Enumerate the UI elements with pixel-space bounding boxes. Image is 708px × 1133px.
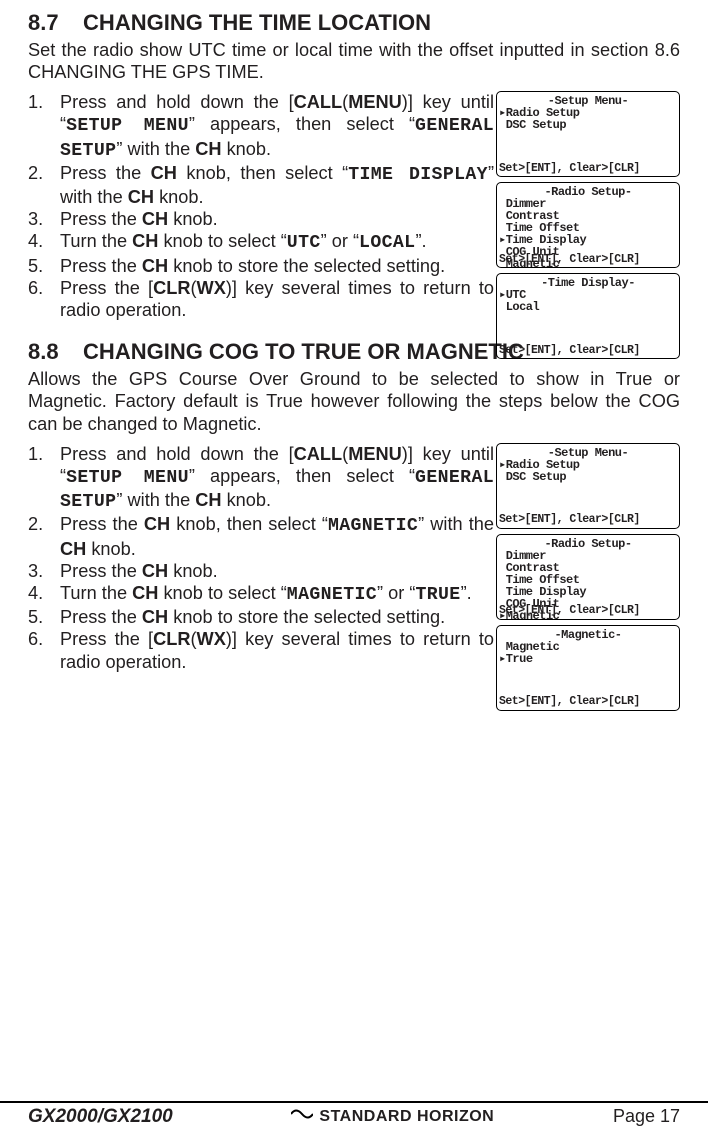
step-body: Turn the CH knob to select “MAGNETIC” or… (60, 582, 494, 606)
step-body: Press the CH knob, then select “MAGNETIC… (60, 513, 494, 559)
step-number: 1. (28, 443, 60, 514)
step-body: Press and hold down the [CALL(MENU)] key… (60, 443, 494, 514)
section-heading: 8.7 CHANGING THE TIME LOCATION (28, 10, 680, 37)
list-item: 2. Press the CH knob, then select “TIME … (28, 162, 494, 208)
step-body: Press the [CLR(WX)] key several times to… (60, 628, 494, 672)
step-number: 4. (28, 582, 60, 606)
lcd-screen: -Time Display- UTC Local Set>[ENT], Clea… (496, 273, 680, 359)
list-item: 4. Turn the CH knob to select “MAGNETIC”… (28, 582, 494, 606)
lcd-footer: Set>[ENT], Clear>[CLR] (499, 514, 640, 526)
list-item: 4. Turn the CH knob to select “UTC” or “… (28, 230, 494, 254)
step-number: 2. (28, 513, 60, 559)
lcd-title: -Setup Menu- (499, 447, 677, 459)
lcd-line: Dimmer (499, 550, 677, 562)
lcd-line: Time Display (499, 586, 677, 598)
lcd-footer: Set>[ENT], Clear>[CLR] (499, 345, 640, 357)
lcd-line: Local (499, 301, 677, 313)
lcd-screen: -Setup Menu- Radio Setup DSC Setup Set>[… (496, 91, 680, 177)
heading-number: 8.7 (28, 10, 59, 35)
list-item: 6. Press the [CLR(WX)] key several times… (28, 628, 494, 672)
step-body: Press the CH knob to store the selected … (60, 255, 494, 277)
list-item: 2. Press the CH knob, then select “MAGNE… (28, 513, 494, 559)
heading-title: CHANGING COG TO TRUE OR MAGNETIC (83, 339, 524, 364)
step-body: Turn the CH knob to select “UTC” or “LOC… (60, 230, 494, 254)
step-body: Press and hold down the [CALL(MENU)] key… (60, 91, 494, 162)
step-body: Press the CH knob. (60, 208, 494, 230)
model-label: GX2000/GX2100 (28, 1105, 173, 1128)
lcd-title: -Radio Setup- (499, 538, 677, 550)
lcd-footer: Set>[ENT], Clear>[CLR] (499, 163, 640, 175)
step-body: Press the CH knob. (60, 560, 494, 582)
lcd-line: Time Offset (499, 574, 677, 586)
step-number: 6. (28, 277, 60, 321)
lcd-line: Contrast (499, 562, 677, 574)
step-number: 2. (28, 162, 60, 208)
page-footer: GX2000/GX2100 STANDARD HORIZON Page 17 (0, 1101, 708, 1133)
heading-title: CHANGING THE TIME LOCATION (83, 10, 431, 35)
step-number: 1. (28, 91, 60, 162)
lcd-line: True (499, 653, 677, 665)
lcd-line: DSC Setup (499, 471, 677, 483)
step-body: Press the [CLR(WX)] key several times to… (60, 277, 494, 321)
lcd-line: Radio Setup (499, 459, 677, 471)
step-number: 5. (28, 255, 60, 277)
lcd-footer: Set>[ENT], Clear>[CLR] (499, 696, 640, 708)
step-number: 5. (28, 606, 60, 628)
brand-icon (291, 1107, 313, 1127)
heading-number: 8.8 (28, 339, 59, 364)
lcd-footer: Set>[ENT], Clear>[CLR] (499, 254, 640, 266)
list-item: 1. Press and hold down the [CALL(MENU)] … (28, 443, 494, 514)
lcd-line: Magnetic (499, 641, 677, 653)
list-item: 5. Press the CH knob to store the select… (28, 606, 494, 628)
section88-block: 1. Press and hold down the [CALL(MENU)] … (28, 443, 680, 673)
list-item: 3. Press the CH knob. (28, 560, 494, 582)
section-intro: Allows the GPS Course Over Ground to be … (28, 368, 680, 435)
lcd-screens: -Setup Menu- Radio Setup DSC Setup Set>[… (496, 91, 680, 359)
lcd-screen: -Radio Setup- Dimmer Contrast Time Offse… (496, 534, 680, 620)
step-number: 6. (28, 628, 60, 672)
step-number: 3. (28, 560, 60, 582)
section87-block: 1. Press and hold down the [CALL(MENU)] … (28, 91, 680, 321)
lcd-screen: -Magnetic- Magnetic True Set>[ENT], Clea… (496, 625, 680, 711)
steps-list: 1. Press and hold down the [CALL(MENU)] … (28, 443, 494, 673)
lcd-screen: -Setup Menu- Radio Setup DSC Setup Set>[… (496, 443, 680, 529)
list-item: 3. Press the CH knob. (28, 208, 494, 230)
step-number: 4. (28, 230, 60, 254)
steps-list: 1. Press and hold down the [CALL(MENU)] … (28, 91, 494, 321)
lcd-screen: -Radio Setup- Dimmer Contrast Time Offse… (496, 182, 680, 268)
list-item: 1. Press and hold down the [CALL(MENU)] … (28, 91, 494, 162)
step-number: 3. (28, 208, 60, 230)
lcd-line: DSC Setup (499, 119, 677, 131)
step-body: Press the CH knob, then select “TIME DIS… (60, 162, 494, 208)
page-number: Page 17 (613, 1106, 680, 1128)
step-body: Press the CH knob to store the selected … (60, 606, 494, 628)
lcd-footer: Set>[ENT], Clear>[CLR] (499, 605, 640, 617)
lcd-screens: -Setup Menu- Radio Setup DSC Setup Set>[… (496, 443, 680, 711)
section-intro: Set the radio show UTC time or local tim… (28, 39, 680, 83)
list-item: 5. Press the CH knob to store the select… (28, 255, 494, 277)
lcd-title: -Magnetic- (499, 629, 677, 641)
brand-label: STANDARD HORIZON (291, 1107, 494, 1127)
list-item: 6. Press the [CLR(WX)] key several times… (28, 277, 494, 321)
